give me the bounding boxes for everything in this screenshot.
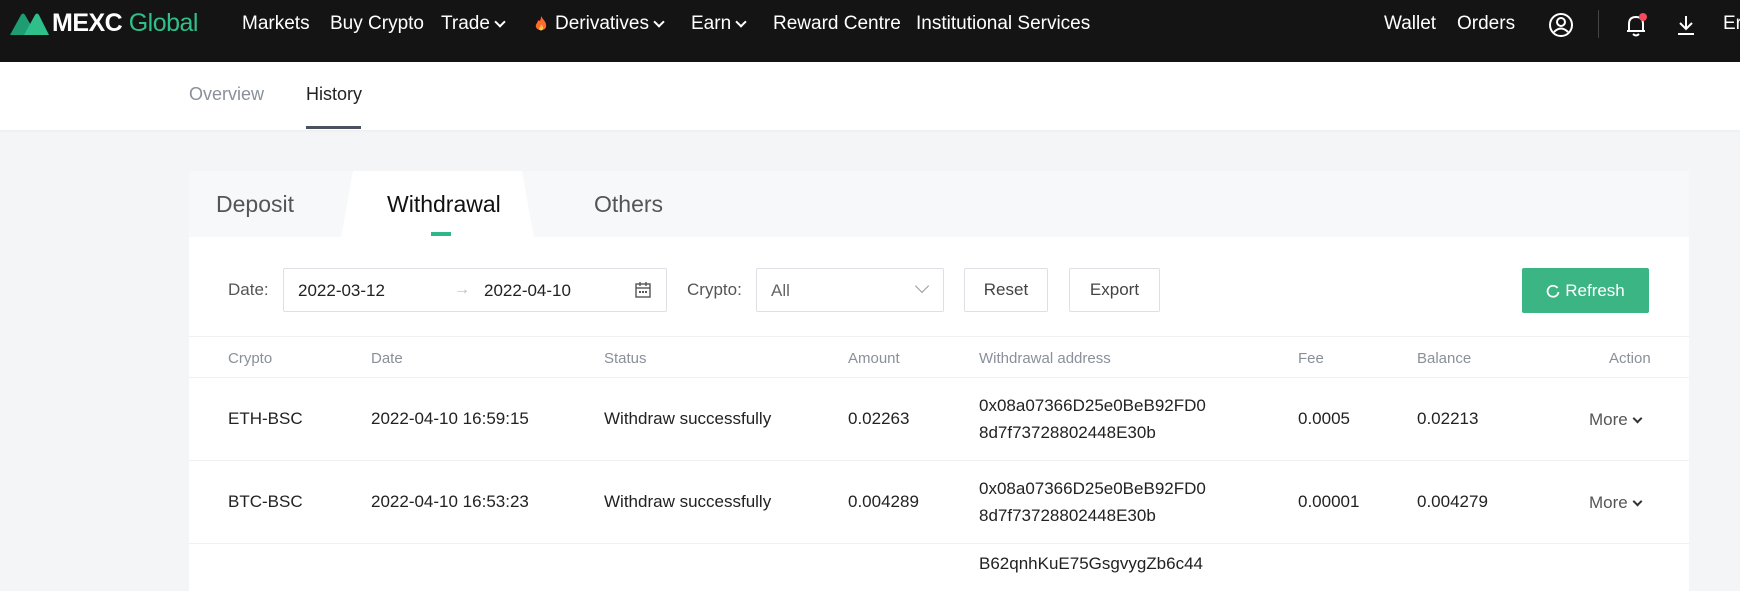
cell-amount: 0.02263 — [848, 409, 910, 428]
logo-text: MEXC Global — [52, 8, 198, 37]
mexc-logo-icon — [10, 13, 49, 35]
more-button[interactable]: More — [1589, 410, 1643, 430]
chevron-down-icon — [494, 15, 506, 28]
bell-icon[interactable] — [1623, 12, 1649, 38]
crypto-select-value: All — [771, 281, 790, 300]
tab-deposit[interactable]: Deposit — [216, 171, 294, 237]
cell-address: B62qnhKuE75GsgvygZb6c44 — [979, 550, 1203, 577]
date-label: Date: — [228, 280, 269, 300]
tab-overview[interactable]: Overview — [189, 84, 264, 105]
col-withdrawal-address: Withdrawal address — [979, 350, 1111, 367]
chevron-down-icon — [653, 15, 665, 28]
address-line-1: 0x08a07366D25e0BeB92FD0 — [979, 479, 1206, 498]
nav-trade[interactable]: Trade — [441, 13, 506, 35]
table-header: Crypto Date Status Amount Withdrawal add… — [189, 336, 1689, 378]
crypto-label: Crypto: — [687, 280, 742, 300]
nav-language[interactable]: Er — [1723, 13, 1740, 35]
tab-others[interactable]: Others — [594, 171, 663, 237]
cell-balance: 0.02213 — [1417, 409, 1479, 428]
col-crypto: Crypto — [228, 350, 273, 367]
cell-fee: 0.00001 — [1298, 492, 1360, 511]
active-tab-underline — [306, 126, 361, 129]
chevron-down-icon — [1632, 413, 1643, 423]
nav-derivatives[interactable]: Derivatives — [535, 13, 665, 35]
nav-derivatives-label: Derivatives — [555, 13, 649, 34]
reset-button[interactable]: Reset — [964, 268, 1048, 312]
address-line-2: 8d7f73728802448E30b — [979, 506, 1156, 525]
address-line-1: B62qnhKuE75GsgvygZb6c44 — [979, 554, 1203, 573]
more-button[interactable]: More — [1589, 493, 1643, 513]
top-nav: MEXC Global Markets Buy Crypto Trade Der… — [0, 0, 1740, 62]
refresh-button[interactable]: Refresh — [1522, 268, 1649, 313]
table-row: BTC-BSC 2022-04-10 16:53:23 Withdraw suc… — [189, 461, 1689, 544]
date-range-picker[interactable]: 2022-03-12 → 2022-04-10 — [283, 268, 667, 312]
chevron-down-icon — [914, 278, 930, 294]
col-amount: Amount — [848, 350, 900, 367]
nav-earn[interactable]: Earn — [691, 13, 747, 35]
tab-history[interactable]: History — [306, 84, 362, 105]
cell-address: 0x08a07366D25e0BeB92FD0 8d7f73728802448E… — [979, 392, 1206, 446]
mexc-logo[interactable]: MEXC Global — [8, 8, 198, 38]
chevron-down-icon — [1632, 496, 1643, 506]
date-label-text: Date — [228, 280, 264, 299]
history-tabbar: Deposit Withdrawal Others — [189, 171, 1689, 238]
col-action: Action — [1609, 350, 1651, 367]
sub-nav: Overview History — [0, 62, 1740, 130]
cell-address: 0x08a07366D25e0BeB92FD0 8d7f73728802448E… — [979, 475, 1206, 529]
download-icon[interactable] — [1673, 12, 1699, 38]
chevron-down-icon — [735, 15, 747, 28]
calendar-icon[interactable] — [634, 281, 652, 299]
nav-orders[interactable]: Orders — [1457, 13, 1515, 35]
date-end[interactable]: 2022-04-10 — [484, 281, 571, 301]
nav-markets[interactable]: Markets — [242, 13, 310, 35]
cell-fee: 0.0005 — [1298, 409, 1350, 428]
nav-trade-label: Trade — [441, 13, 490, 34]
cell-crypto: ETH-BSC — [228, 409, 303, 428]
nav-divider — [1598, 10, 1599, 38]
history-card: Deposit Withdrawal Others Date: 2022-03-… — [189, 171, 1689, 591]
date-label-colon: : — [263, 280, 269, 299]
col-fee: Fee — [1298, 350, 1324, 367]
cell-balance: 0.004279 — [1417, 492, 1488, 511]
col-date: Date — [371, 350, 403, 367]
withdrawal-panel: Date: 2022-03-12 → 2022-04-10 Crypto: Al… — [189, 237, 1689, 591]
fire-icon — [535, 16, 547, 31]
refresh-icon — [1546, 284, 1560, 298]
col-balance: Balance — [1417, 350, 1472, 367]
more-label: More — [1589, 410, 1628, 429]
nav-earn-label: Earn — [691, 13, 732, 34]
nav-wallet[interactable]: Wallet — [1384, 13, 1436, 35]
user-icon[interactable] — [1548, 12, 1574, 38]
cell-crypto: BTC-BSC — [228, 492, 303, 511]
more-label: More — [1589, 493, 1628, 512]
cell-date: 2022-04-10 16:59:15 — [371, 409, 529, 428]
table-row: ETH-BSC 2022-04-10 16:59:15 Withdraw suc… — [189, 378, 1689, 461]
date-start[interactable]: 2022-03-12 — [298, 281, 385, 301]
nav-buy-crypto[interactable]: Buy Crypto — [330, 13, 424, 35]
cell-date: 2022-04-10 16:53:23 — [371, 492, 529, 511]
address-line-2: 8d7f73728802448E30b — [979, 423, 1156, 442]
export-button[interactable]: Export — [1069, 268, 1160, 312]
tab-withdrawal[interactable]: Withdrawal — [387, 171, 501, 237]
tab-indicator — [431, 232, 451, 236]
nav-reward-centre[interactable]: Reward Centre — [773, 13, 901, 35]
nav-institutional-services[interactable]: Institutional Services — [916, 13, 1090, 35]
crypto-label-colon: : — [737, 280, 742, 299]
cell-status: Withdraw successfully — [604, 409, 772, 428]
cell-amount: 0.004289 — [848, 492, 919, 511]
date-range-arrow: → — [454, 281, 470, 298]
col-status: Status — [604, 350, 647, 367]
cell-status: Withdraw successfully — [604, 492, 772, 511]
table-row: B62qnhKuE75GsgvygZb6c44 — [189, 544, 1689, 591]
address-line-1: 0x08a07366D25e0BeB92FD0 — [979, 396, 1206, 415]
crypto-select[interactable]: All — [756, 268, 944, 312]
crypto-label-text: Crypto — [687, 280, 738, 299]
refresh-label: Refresh — [1565, 280, 1625, 300]
